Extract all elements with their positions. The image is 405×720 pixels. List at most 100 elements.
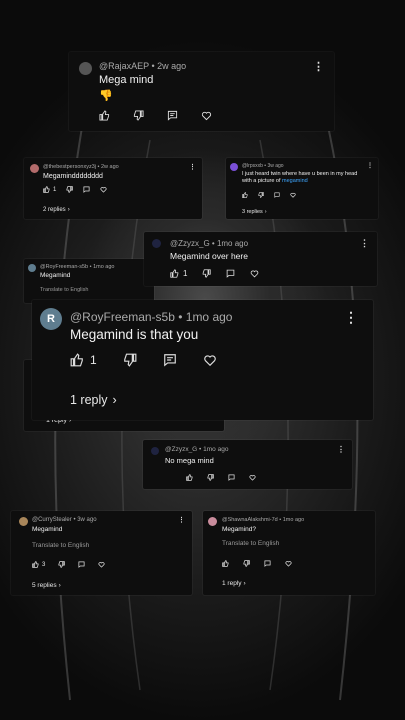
avatar[interactable] xyxy=(19,517,28,526)
like-count: 1 xyxy=(90,353,97,367)
replies-label: 3 replies xyxy=(242,209,263,215)
thumbs-down-icon[interactable] xyxy=(133,110,144,121)
comment-text: Mega mind xyxy=(99,74,154,86)
reply-icon[interactable] xyxy=(274,192,280,198)
heart-icon[interactable] xyxy=(98,561,105,568)
author-name[interactable]: @RoyFreeman-s5b xyxy=(40,264,88,270)
comment-text: Megamind is that you xyxy=(70,327,199,342)
more-vert-icon[interactable]: ⋮ xyxy=(313,62,324,73)
action-bar: 1 xyxy=(170,269,259,278)
heart-icon[interactable] xyxy=(100,186,107,193)
reply-icon[interactable] xyxy=(226,269,235,278)
like-button[interactable]: 1 xyxy=(170,269,187,278)
author-name[interactable]: @thebestpersonxyz3j xyxy=(43,164,96,170)
avatar[interactable]: R xyxy=(40,308,62,330)
comment-text: Megamind xyxy=(32,526,63,533)
timestamp: 3w ago xyxy=(267,163,284,169)
reply-icon[interactable] xyxy=(228,474,235,481)
heart-icon[interactable] xyxy=(203,353,217,367)
comment-card: @RajaxAEP • 2w ago Mega mind 👎 ⋮ xyxy=(69,52,334,131)
replies-toggle[interactable]: 2 replies › xyxy=(43,207,70,213)
thumbs-down-icon[interactable] xyxy=(258,192,264,198)
heart-icon[interactable] xyxy=(249,474,256,481)
replies-label: 5 replies xyxy=(32,582,57,589)
replies-toggle[interactable]: 1 reply › xyxy=(222,580,246,587)
action-bar xyxy=(222,560,292,567)
thumbs-up-icon xyxy=(32,561,39,568)
reply-icon[interactable] xyxy=(264,560,271,567)
more-vert-icon[interactable]: ⋮ xyxy=(367,163,373,169)
comment-text: No mega mind xyxy=(165,456,214,465)
comment-header: @CurryStealer • 3w ago xyxy=(32,517,97,523)
avatar[interactable] xyxy=(208,517,217,526)
thumbs-down-icon[interactable] xyxy=(123,353,137,367)
translate-link[interactable]: Translate to English xyxy=(222,540,279,547)
heart-icon[interactable] xyxy=(201,110,212,121)
thumbs-up-icon[interactable] xyxy=(242,192,248,198)
mention-link[interactable]: megamind xyxy=(282,178,308,184)
replies-toggle[interactable]: 3 replies › xyxy=(242,209,267,215)
action-bar: 1 xyxy=(43,186,107,193)
comment-text: Megamind? xyxy=(222,526,256,533)
chevron-right-icon: › xyxy=(67,207,70,213)
like-count: 1 xyxy=(183,269,188,278)
translate-link[interactable]: Translate to English xyxy=(40,287,88,293)
replies-label: 1 reply xyxy=(222,580,242,587)
thumbs-up-icon[interactable] xyxy=(99,110,110,121)
thumbs-up-icon[interactable] xyxy=(222,560,229,567)
author-name[interactable]: @ShawnaAlakshmi-7d xyxy=(222,517,278,523)
more-vert-icon[interactable]: ⋮ xyxy=(337,446,345,454)
timestamp: 1mo ago xyxy=(282,517,305,523)
avatar[interactable] xyxy=(230,163,238,171)
thumbs-down-icon[interactable] xyxy=(207,474,214,481)
more-vert-icon[interactable]: ⋮ xyxy=(189,164,196,171)
avatar[interactable] xyxy=(151,447,159,455)
thumbs-down-icon[interactable] xyxy=(66,186,74,193)
thumbs-up-icon[interactable] xyxy=(186,474,193,481)
thumbs-down-icon[interactable] xyxy=(202,269,212,278)
heart-icon[interactable] xyxy=(290,192,296,198)
avatar[interactable] xyxy=(79,62,92,75)
like-count: 1 xyxy=(53,186,57,193)
avatar[interactable] xyxy=(30,164,39,173)
comment-card: @ShawnaAlakshmi-7d • 1mo ago Megamind? T… xyxy=(203,511,375,595)
thumbs-down-icon[interactable] xyxy=(58,561,66,568)
author-name[interactable]: @Zzyzx_G xyxy=(170,239,210,248)
author-name[interactable]: @lrpsxxb xyxy=(242,163,263,169)
author-name[interactable]: @CurryStealer xyxy=(32,517,72,523)
like-count: 3 xyxy=(42,561,46,568)
reply-icon[interactable] xyxy=(163,353,177,367)
replies-toggle[interactable]: 1 reply › xyxy=(70,393,117,407)
avatar[interactable] xyxy=(28,264,36,272)
action-bar xyxy=(186,474,256,481)
reply-icon[interactable] xyxy=(83,186,90,193)
comment-text: I just heard twin where have u been in m… xyxy=(242,171,367,185)
more-vert-icon[interactable]: ⋮ xyxy=(344,310,358,324)
action-bar: 3 xyxy=(32,561,105,568)
author-name[interactable]: @RoyFreeman-s5b xyxy=(70,310,175,324)
reply-icon[interactable] xyxy=(78,561,85,568)
comment-header: @RoyFreeman-s5b • 1mo ago xyxy=(70,310,233,324)
like-button[interactable]: 3 xyxy=(32,561,45,568)
more-vert-icon[interactable]: ⋮ xyxy=(360,239,369,248)
comment-card: @lrpsxxb • 3w ago I just heard twin wher… xyxy=(226,158,378,219)
comment-card: @Zzyzx_G • 1mo ago No mega mind ⋮ xyxy=(143,440,352,489)
timestamp: 2w ago xyxy=(100,164,119,170)
timestamp: 1mo ago xyxy=(203,446,229,453)
comment-header: @RajaxAEP • 2w ago xyxy=(99,61,187,71)
replies-toggle[interactable]: 5 replies › xyxy=(32,582,61,589)
translate-link[interactable]: Translate to English xyxy=(32,542,89,549)
reply-icon[interactable] xyxy=(167,110,178,121)
heart-icon[interactable] xyxy=(285,560,292,567)
author-name[interactable]: @RajaxAEP xyxy=(99,61,149,71)
thumbs-down-icon[interactable] xyxy=(243,560,250,567)
comment-text: Megamind xyxy=(40,272,71,279)
author-name[interactable]: @Zzyzx_G xyxy=(165,446,197,453)
like-button[interactable]: 1 xyxy=(70,353,97,367)
thumbs-up-icon xyxy=(43,186,50,193)
like-button[interactable]: 1 xyxy=(43,186,56,193)
heart-icon[interactable] xyxy=(250,269,259,278)
avatar[interactable] xyxy=(152,239,161,248)
more-vert-icon[interactable]: ⋮ xyxy=(178,517,185,524)
replies-label: 1 reply xyxy=(70,393,108,407)
